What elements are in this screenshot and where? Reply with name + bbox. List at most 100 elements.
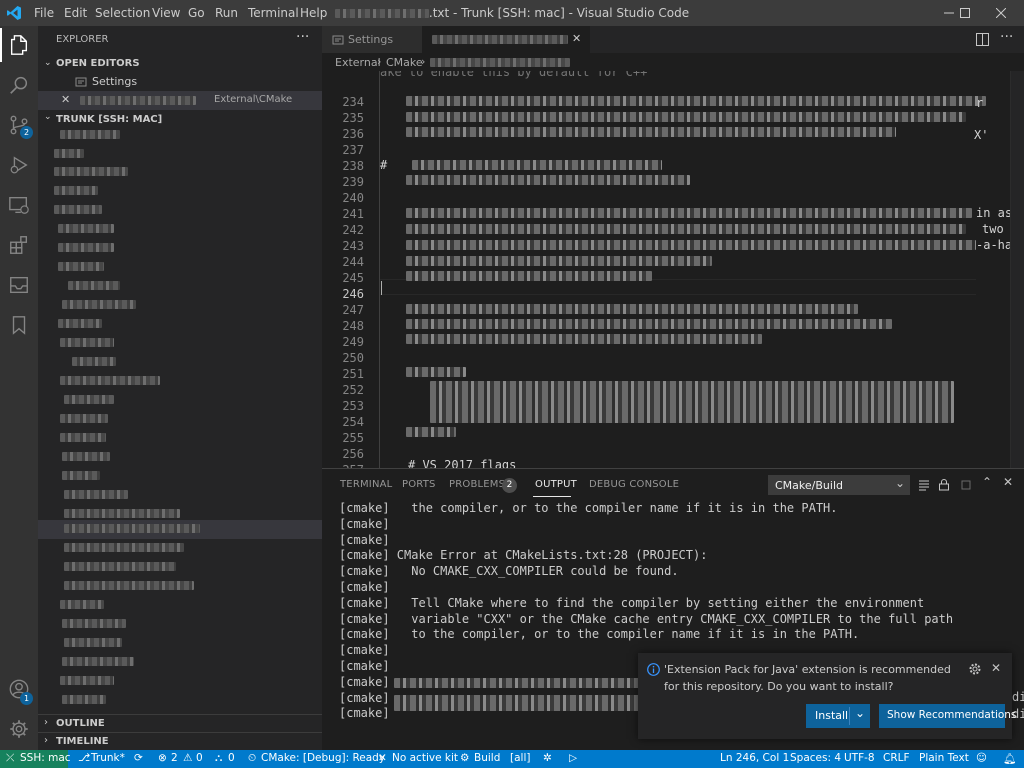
title-bar: File Edit Selection View Go Run Terminal… [0, 0, 1024, 26]
close-editor-icon[interactable]: ✕ [61, 93, 70, 106]
output-line: [cmake] CMake Error at CMakeLists.txt:28… [339, 548, 708, 563]
more-actions-icon[interactable]: ··· [296, 29, 309, 45]
breadcrumb-item[interactable]: CMake [386, 56, 423, 69]
output-line: [cmake] [339, 580, 390, 594]
more-actions-icon[interactable]: ··· [1000, 29, 1013, 45]
output-line: [cmake] Tell CMake where to find the com… [339, 595, 925, 610]
close-tab-icon[interactable]: ✕ [572, 32, 581, 45]
maximize-button[interactable] [948, 0, 982, 26]
chevron-down-icon[interactable]: ⌄ [855, 706, 865, 720]
build-target[interactable]: [all] [510, 752, 530, 764]
manage-button[interactable] [0, 710, 38, 748]
warning-count[interactable]: 0 [196, 752, 203, 764]
filter-lines-icon[interactable] [918, 479, 930, 491]
remote-label: SSH: mac [20, 752, 71, 764]
editor-scrollbar[interactable] [1010, 71, 1024, 468]
current-line-highlight [380, 279, 976, 295]
run-debug-icon [10, 156, 28, 174]
search-button[interactable] [0, 66, 38, 104]
output-channel-value: CMake/Build [775, 479, 843, 492]
line-number: 241 [342, 207, 364, 221]
extension-recommendation-toast: 'Extension Pack for Java' extension is r… [638, 653, 1016, 739]
line-number: 239 [342, 175, 364, 189]
lock-icon[interactable] [938, 478, 950, 491]
tab-debug-console[interactable]: DEBUG CONSOLE [589, 479, 679, 490]
line-number: 240 [342, 191, 364, 205]
split-divider [849, 707, 850, 725]
tab-settings[interactable]: Settings [322, 26, 422, 53]
close-button[interactable] [984, 0, 1018, 26]
language-mode[interactable]: Plain Text [919, 752, 969, 764]
tab-output[interactable]: OUTPUT [535, 479, 577, 490]
build-button[interactable]: Build [474, 752, 500, 764]
gear-icon [10, 720, 28, 738]
close-panel-icon[interactable]: ✕ [1003, 475, 1013, 489]
chevron-right-icon: › [44, 735, 48, 746]
open-editor-cmake[interactable]: ✕ External\CMake [38, 91, 322, 110]
install-button[interactable]: Install ⌄ [806, 704, 870, 728]
split-editor-icon[interactable] [976, 33, 989, 46]
sync-icon[interactable]: ⟳ [134, 752, 143, 764]
ports-icon: ⛬ [215, 752, 223, 764]
code-editor[interactable]: ake to enable this by default for C++ 23… [322, 71, 1024, 468]
error-count[interactable]: 2 [171, 752, 178, 764]
active-kit[interactable]: No active kit [392, 752, 458, 764]
line-number: 234 [342, 95, 364, 109]
bookmarks-button[interactable] [0, 306, 38, 344]
cmake-status[interactable]: CMake: [Debug]: Ready [261, 752, 385, 764]
extensions-button[interactable] [0, 226, 38, 264]
output-channel-select[interactable]: CMake/Build ⌄ [768, 475, 910, 495]
line-number: 249 [342, 335, 364, 349]
timeline-section[interactable]: › TIMELINE [38, 732, 322, 750]
remote-explorer-icon [9, 196, 29, 214]
tab-terminal[interactable]: TERMINAL [340, 479, 392, 490]
active-tab-underline [533, 496, 571, 497]
redacted-filename [334, 9, 429, 18]
branch-label[interactable]: Trunk* [91, 752, 125, 764]
source-control-button[interactable]: 2 [0, 106, 38, 144]
accounts-button[interactable]: 1 [0, 670, 38, 708]
branch-icon: ⎇ [78, 752, 91, 764]
file-tree[interactable] [38, 126, 322, 716]
line-number: 248 [342, 319, 364, 333]
outline-section[interactable]: › OUTLINE [38, 714, 322, 732]
notifications-bell-icon[interactable]: 🔔︎ [1003, 752, 1016, 765]
remote-icon [10, 276, 28, 294]
open-editors-section[interactable]: ⌄ OPEN EDITORS [38, 56, 322, 74]
debug-icon[interactable]: ✲ [543, 752, 552, 764]
line-number: 254 [342, 415, 364, 429]
maximize-panel-icon[interactable]: ⌃ [982, 475, 992, 489]
feedback-icon[interactable]: ☺ [976, 752, 987, 764]
close-icon[interactable]: ✕ [991, 661, 1001, 675]
cursor-position[interactable]: Ln 246, Col 1 [720, 752, 789, 764]
line-ending[interactable]: CRLF [883, 752, 910, 764]
gear-icon[interactable] [969, 663, 981, 675]
cmake-status-icon: ⏲ [248, 752, 257, 764]
code-fragment: in as [976, 206, 1013, 220]
trunk-label: TRUNK [SSH: MAC] [56, 114, 163, 125]
ports-count[interactable]: 0 [228, 752, 235, 764]
run-debug-button[interactable] [0, 146, 38, 184]
tab-problems[interactable]: PROBLEMS [449, 479, 505, 490]
remote-explorer-button[interactable] [0, 186, 38, 224]
run-icon[interactable]: ▷ [569, 752, 577, 764]
show-recommendations-button[interactable]: Show Recommendations [879, 704, 1016, 728]
remote-indicator[interactable]: ⤫ SSH: mac [0, 750, 71, 768]
code-fragment: # [380, 158, 388, 172]
open-editors-label: OPEN EDITORS [56, 58, 140, 69]
activity-bar: 2 1 [0, 26, 38, 750]
clear-output-icon[interactable] [960, 479, 972, 491]
tab-ports[interactable]: PORTS [402, 479, 436, 490]
build-icon: ⚙ [460, 752, 470, 764]
chevron-down-icon: ⌄ [44, 58, 52, 68]
timeline-label: TIMELINE [56, 736, 109, 747]
code-fragment: # VS 2017 flags [408, 458, 517, 468]
encoding[interactable]: UTF-8 [844, 752, 875, 764]
breadcrumb-item[interactable]: External [335, 56, 381, 69]
chevron-right-icon: › [377, 55, 382, 68]
explorer-button[interactable] [0, 26, 38, 64]
tab-cmake-file[interactable]: ✕ [422, 26, 590, 53]
testing-button[interactable] [0, 266, 38, 304]
indentation[interactable]: Spaces: 4 [790, 752, 841, 764]
open-editor-settings[interactable]: Settings [38, 73, 322, 91]
